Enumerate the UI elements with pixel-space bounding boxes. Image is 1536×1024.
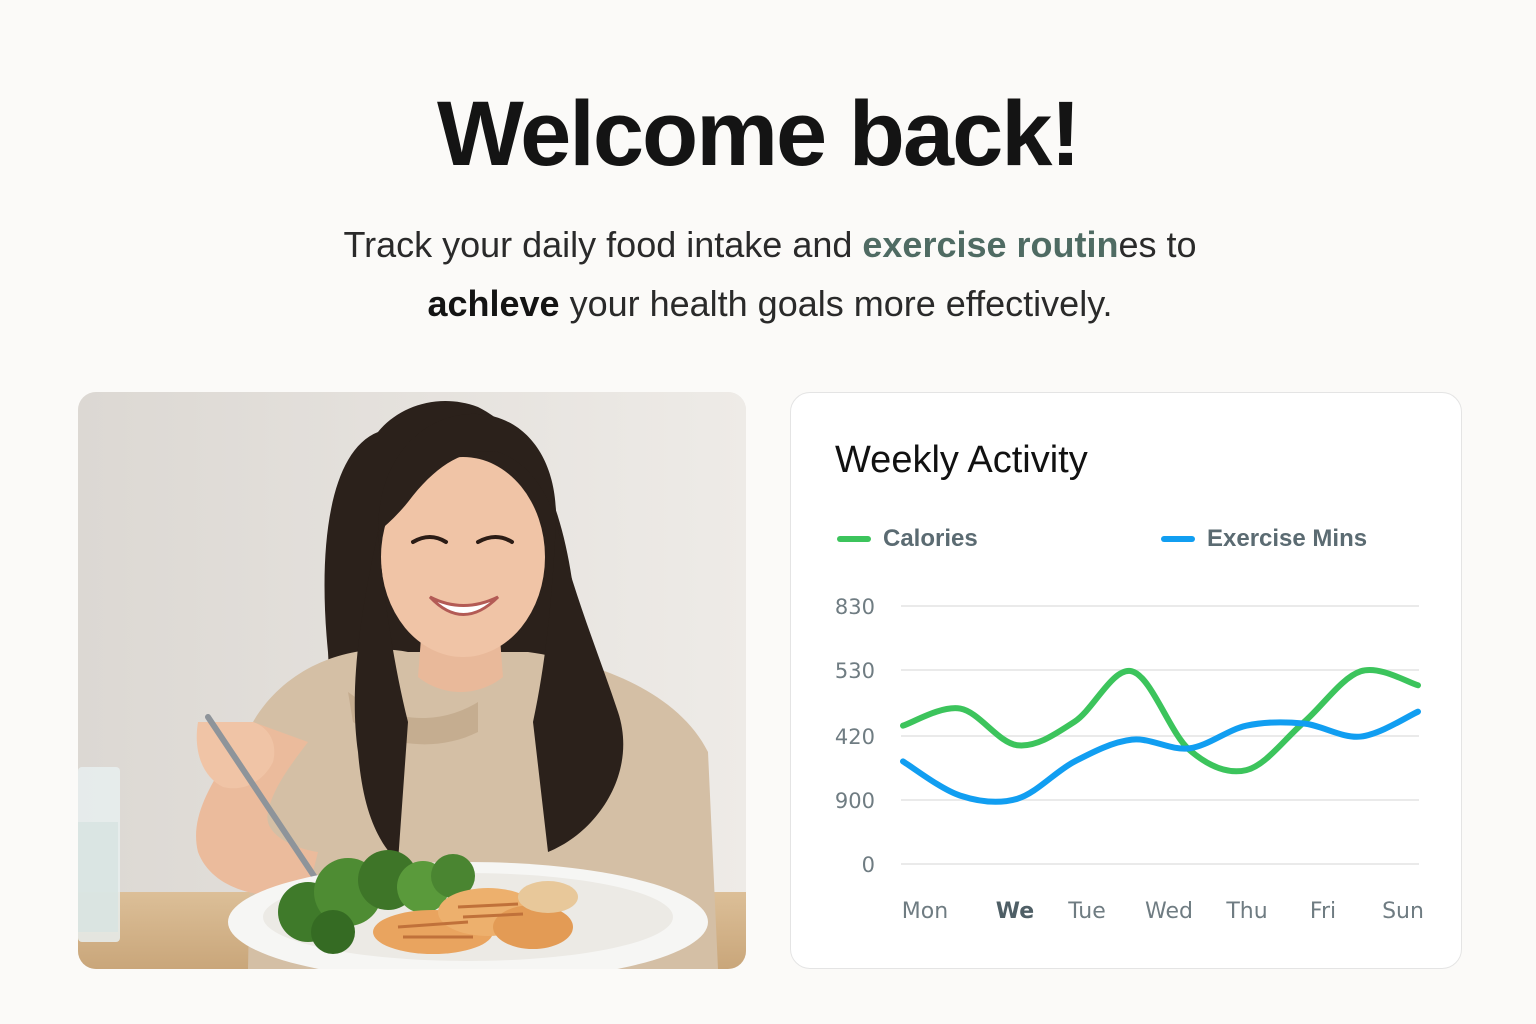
calories-series-line xyxy=(900,667,1421,775)
subtitle-text: Track your daily food intake and xyxy=(343,224,863,265)
x-tick-label: Mon xyxy=(902,899,948,924)
weekly-activity-card: Weekly Activity Calories Exercise Mins 8… xyxy=(790,392,1462,969)
y-tick-label: 0 xyxy=(862,853,875,877)
subtitle-highlight: exercise routin xyxy=(862,224,1119,265)
exercise-series-line xyxy=(900,708,1421,805)
dashboard-page: Welcome back! Track your daily food inta… xyxy=(0,0,1536,1024)
y-tick-label: 530 xyxy=(835,659,875,683)
y-tick-label: 900 xyxy=(835,789,875,813)
activity-line-chart: 830 530 420 900 0 Mon We Tue Wed Thu Fri Sun xyxy=(835,595,1424,924)
x-tick-label: Sun xyxy=(1382,899,1424,924)
x-tick-label: Thu xyxy=(1225,899,1267,924)
x-tick-label: Wed xyxy=(1145,899,1193,924)
y-tick-label: 830 xyxy=(835,595,875,619)
subtitle-text: your health goals more effectively. xyxy=(559,283,1113,324)
page-subtitle: Track your daily food intake and exercis… xyxy=(290,215,1250,333)
woman-eating-illustration xyxy=(78,392,746,969)
x-tick-label: Tue xyxy=(1067,899,1106,924)
subtitle-strong: achleve xyxy=(427,283,560,324)
y-tick-label: 420 xyxy=(835,725,875,749)
meal-photo xyxy=(78,392,746,969)
x-tick-label: We xyxy=(996,899,1034,924)
x-tick-label: Fri xyxy=(1310,899,1336,924)
page-title: Welcome back! xyxy=(436,83,1081,185)
subtitle-text: es to xyxy=(1118,224,1197,265)
